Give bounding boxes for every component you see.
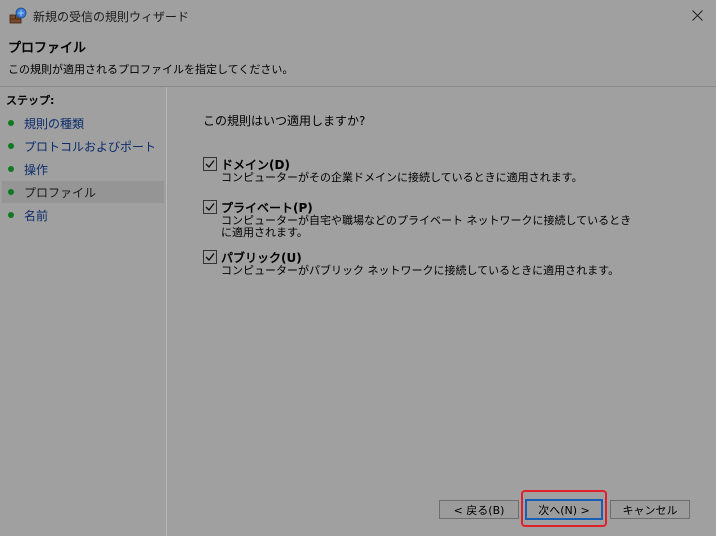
sidebar-item-label: プロファイル <box>24 185 97 200</box>
checkmark-icon <box>205 203 215 212</box>
page-title: プロファイル <box>8 41 87 56</box>
public-checkbox[interactable] <box>203 250 217 264</box>
sidebar-item-label: 規則の種類 <box>24 116 85 131</box>
sidebar-item-profile[interactable]: プロファイル <box>2 181 164 203</box>
sidebar-item-label: プロトコルおよびポート <box>24 139 157 154</box>
sidebar-item-label: 操作 <box>24 162 49 177</box>
step-bullet-icon <box>8 166 14 172</box>
sidebar-item-label: 名前 <box>24 208 49 223</box>
close-icon <box>691 9 703 21</box>
sidebar-item-action[interactable]: 操作 <box>2 158 164 180</box>
private-checkbox[interactable] <box>203 200 217 214</box>
checkmark-icon <box>205 253 215 262</box>
title-bar: 新規の受信の規則ウィザード <box>0 0 716 31</box>
domain-checkbox[interactable] <box>203 157 217 171</box>
close-button[interactable] <box>684 4 710 26</box>
public-description: コンピューターがパブリック ネットワークに接続しているときに適用されます。 <box>221 264 620 277</box>
wizard-header: プロファイル この規則が適用されるプロファイルを指定してください。 <box>0 31 716 87</box>
step-bullet-icon <box>8 212 14 218</box>
main-content: この規則はいつ適用しますか? ドメイン(D) コンピューターがその企業ドメインに… <box>167 87 716 536</box>
firewall-icon <box>9 7 27 25</box>
step-bullet-icon <box>8 120 14 126</box>
page-subtitle: この規則が適用されるプロファイルを指定してください。 <box>8 63 294 76</box>
window-title: 新規の受信の規則ウィザード <box>33 10 190 24</box>
checkmark-icon <box>205 160 215 169</box>
back-button[interactable]: < 戻る(B) <box>439 500 519 519</box>
sidebar-item-rule-type[interactable]: 規則の種類 <box>2 112 164 134</box>
question-text: この規則はいつ適用しますか? <box>203 114 366 128</box>
steps-sidebar: ステップ: 規則の種類 プロトコルおよびポート 操作 プロファイル 名前 <box>0 87 167 536</box>
step-bullet-icon <box>8 143 14 149</box>
steps-label: ステップ: <box>6 94 55 107</box>
step-bullet-icon <box>8 189 14 195</box>
domain-description: コンピューターがその企業ドメインに接続しているときに適用されます。 <box>221 171 583 184</box>
next-button[interactable]: 次へ(N) > <box>525 499 603 520</box>
sidebar-item-name[interactable]: 名前 <box>2 204 164 226</box>
cancel-button[interactable]: キャンセル <box>610 500 690 519</box>
private-description: コンピューターが自宅や職場などのプライベート ネットワークに接続しているときに適… <box>221 214 632 239</box>
sidebar-item-protocol-port[interactable]: プロトコルおよびポート <box>2 135 164 157</box>
